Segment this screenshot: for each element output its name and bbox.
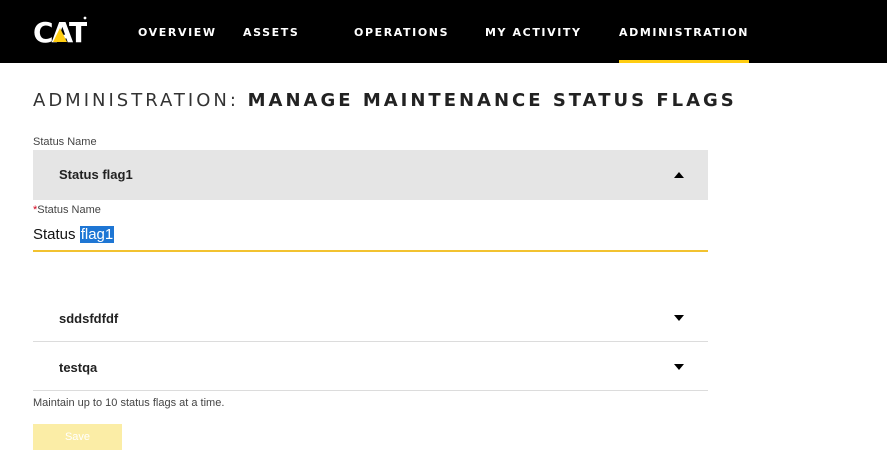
- nav-my-activity[interactable]: MY ACTIVITY: [485, 0, 582, 63]
- status-flag-accordion-expanded[interactable]: Status flag1: [33, 150, 708, 200]
- cat-logo[interactable]: CAT: [33, 14, 87, 48]
- status-name-input[interactable]: Status flag1: [33, 226, 708, 252]
- nav-administration[interactable]: ADMINISTRATION: [619, 0, 750, 63]
- status-name-section-label: Status Name: [33, 136, 97, 148]
- input-value-prefix: Status: [33, 226, 80, 243]
- status-flag-name: sddsfdfdf: [59, 311, 119, 326]
- save-button[interactable]: Save: [33, 424, 122, 450]
- status-flag-item[interactable]: testqa: [33, 343, 708, 391]
- status-flag-name: testqa: [59, 360, 98, 375]
- nav-overview[interactable]: OVERVIEW: [138, 0, 217, 63]
- input-value-selection: flag1: [79, 226, 115, 243]
- status-name-input-value[interactable]: Status flag1: [33, 226, 115, 244]
- field-label-text: Status Name: [37, 204, 101, 216]
- nav-assets[interactable]: ASSETS: [243, 0, 299, 63]
- page-title: ADMINISTRATION: MANAGE MAINTENANCE STATU…: [33, 90, 737, 111]
- chevron-down-icon[interactable]: [674, 364, 684, 370]
- status-name-field-label: *Status Name: [33, 204, 101, 216]
- page-title-lead: ADMINISTRATION:: [33, 90, 239, 111]
- helper-text: Maintain up to 10 status flags at a time…: [33, 397, 225, 409]
- status-flag-header-name: Status flag1: [59, 167, 133, 182]
- chevron-up-icon[interactable]: [674, 172, 684, 178]
- page-title-main: MANAGE MAINTENANCE STATUS FLAGS: [247, 90, 737, 111]
- top-navigation-bar: CAT OVERVIEW ASSETS OPERATIONS MY ACTIVI…: [0, 0, 887, 63]
- nav-operations[interactable]: OPERATIONS: [354, 0, 449, 63]
- chevron-down-icon[interactable]: [674, 315, 684, 321]
- status-flag-item[interactable]: sddsfdfdf: [33, 294, 708, 342]
